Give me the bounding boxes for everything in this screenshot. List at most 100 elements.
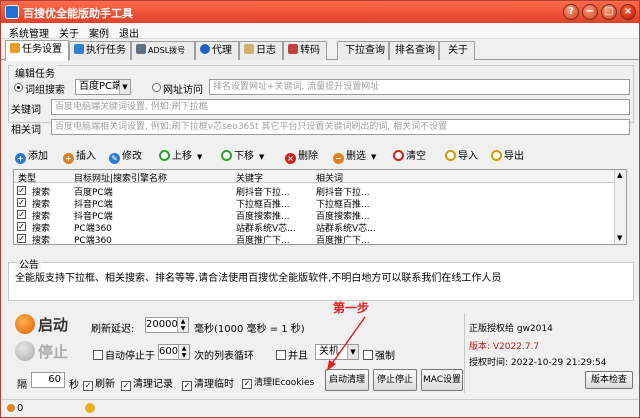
row-checkbox[interactable]: ✓	[17, 222, 26, 231]
radio-phrase-search[interactable]	[14, 83, 23, 92]
tools-icon	[288, 44, 298, 54]
row-checkbox[interactable]: ✓	[17, 186, 26, 195]
help-button[interactable]: ?	[563, 4, 579, 20]
clear-temp-checkbox[interactable]: ✓ 清理临时	[182, 375, 234, 391]
add-button[interactable]: + 添加	[15, 147, 48, 164]
mac-settings-button[interactable]: MAC设置	[421, 369, 463, 391]
cell-target: PC端360	[74, 236, 112, 245]
checkbox-box[interactable]: ✓	[83, 381, 93, 391]
spinner-icon[interactable]: ▲ ▼	[178, 345, 189, 359]
export-icon	[491, 150, 502, 161]
row-checkbox[interactable]: ✓	[17, 198, 26, 207]
table-scrollbar[interactable]: ▲ ▼	[614, 170, 626, 244]
clear-records-checkbox[interactable]: ✓ 清理记录	[121, 375, 173, 391]
edit-button[interactable]: ✎ 修改	[109, 147, 142, 164]
chevron-down-icon[interactable]: ▼	[197, 153, 202, 161]
table-row[interactable]: ✓ 搜索 PC端360 百度推广下... 百度推广下...	[14, 233, 616, 245]
col-type: 类型	[18, 174, 37, 184]
delete-icon: ×	[285, 153, 296, 164]
delete-button[interactable]: × 删除	[285, 147, 318, 164]
auto-stop-stepper[interactable]: 6000 ▲ ▼	[158, 344, 190, 360]
import-button[interactable]: 导入	[445, 147, 478, 162]
tab-execute[interactable]: 执行任务	[69, 41, 131, 60]
radio-url-visit[interactable]	[152, 83, 161, 92]
tab-proxy[interactable]: 代理	[195, 41, 239, 60]
stop-button[interactable]: 停止	[15, 341, 68, 362]
move-up-button[interactable]: 上移 ▼	[159, 147, 202, 162]
spinner-icon[interactable]: ▲ ▼	[177, 318, 188, 332]
tab-about[interactable]: 关于	[439, 41, 475, 60]
minus-icon: −	[333, 153, 344, 164]
filter-label: 删选	[346, 151, 366, 162]
url-input[interactable]: 排名设置网址+关键词, 流量提升设置网址	[209, 79, 630, 95]
and-label: 并且	[288, 351, 308, 362]
add-label: 添加	[28, 151, 48, 162]
menu-cases[interactable]: 案例	[89, 25, 109, 40]
scroll-down-icon[interactable]: ▼	[617, 234, 622, 242]
plus-icon: +	[15, 153, 26, 164]
checkbox-box[interactable]	[93, 350, 103, 360]
and-checkbox[interactable]: 并且	[276, 347, 308, 362]
table-header: 类型 目标网址|搜索引擎名称 关键字 相关词	[14, 170, 616, 184]
move-up-label: 上移	[172, 151, 192, 162]
checkbox-box[interactable]: ✓	[242, 379, 252, 389]
engine-select[interactable]: 百度PC端 ▼	[75, 79, 131, 95]
auto-stop-label: 自动停止于	[105, 351, 155, 362]
row-checkbox[interactable]: ✓	[17, 210, 26, 219]
table-row[interactable]: ✓ 搜索 百度PC端 刷抖音下拉... 刷抖音下拉...	[14, 185, 616, 198]
export-button[interactable]: 导出	[491, 147, 524, 162]
row-checkbox[interactable]: ✓	[17, 234, 26, 243]
tab-label: 关于	[448, 45, 468, 56]
engine-select-value: 百度PC端	[79, 81, 123, 92]
keyword-input[interactable]: 百度电脑端关键词设置, 例如:刷下拉框	[51, 99, 630, 115]
edit-label: 修改	[122, 151, 142, 162]
export-label: 导出	[504, 151, 524, 162]
table-row[interactable]: ✓ 搜索 PC端360 站群系统V芯... 站群系统V芯...	[14, 221, 616, 234]
menu-about[interactable]: 关于	[59, 25, 79, 40]
menu-system[interactable]: 系统管理	[9, 25, 49, 40]
tab-task-settings[interactable]: 任务设置	[5, 40, 69, 61]
edit-icon: ✎	[109, 153, 120, 164]
col-keyword: 关键字	[236, 174, 264, 184]
insert-button[interactable]: + 插入	[63, 147, 96, 164]
close-button[interactable]: ×	[620, 4, 636, 20]
loop-label: 次的列表循环	[194, 351, 254, 362]
related-input[interactable]: 百度电脑端相关词设置, 例如:刷下拉框v芯seo365t 其它平台只设置关键词刷…	[51, 119, 630, 135]
chevron-down-icon[interactable]: ▼	[259, 153, 264, 161]
radio-url-visit-label: 网址访问	[163, 85, 203, 96]
start-button[interactable]: 启动	[15, 314, 68, 335]
minimize-button[interactable]: −	[582, 4, 598, 20]
auth-time: 授权时间: 2022-10-29 21:29:54	[469, 358, 607, 368]
table-row[interactable]: ✓ 搜索 抖音PC端 百度搜索推... 百度搜索推...	[14, 209, 616, 222]
table-row[interactable]: ✓ 搜索 抖音PC端 下拉框百推... 下拉框百推...	[14, 197, 616, 210]
scroll-up-icon[interactable]: ▲	[617, 171, 622, 179]
checkbox-box[interactable]: ✓	[182, 381, 192, 391]
maximize-button[interactable]: □	[601, 4, 617, 20]
arrow-line	[330, 316, 366, 366]
cell-keyword: 百度推广下...	[236, 236, 290, 245]
checkbox-box[interactable]: ✓	[121, 381, 131, 391]
tab-rank-query[interactable]: 排名查询	[389, 41, 439, 60]
chevron-down-icon[interactable]: ▼	[371, 153, 376, 161]
tab-transcode[interactable]: 转码	[283, 41, 327, 60]
import-label: 导入	[458, 151, 478, 162]
auto-stop-checkbox[interactable]: 自动停止于	[93, 347, 155, 362]
tab-log[interactable]: 日志	[239, 41, 283, 60]
interval-input[interactable]: 60	[31, 372, 65, 388]
tab-dropdown-query[interactable]: 下拉查询	[337, 41, 389, 60]
menu-exit[interactable]: 退出	[119, 25, 139, 40]
version-check-button[interactable]: 版本检查	[585, 371, 633, 389]
move-down-button[interactable]: 下移 ▼	[221, 147, 264, 162]
checkbox-box[interactable]	[276, 350, 286, 360]
clear-cookies-checkbox[interactable]: ✓ 清理IEcookies	[242, 375, 314, 389]
filter-button[interactable]: − 删选 ▼	[333, 147, 376, 164]
clear-button[interactable]: 清空	[393, 147, 426, 162]
stop-label: 停止	[38, 343, 69, 361]
tab-adsl[interactable]: ADSL拨号	[131, 41, 195, 60]
refresh-checkbox[interactable]: ✓ 刷新	[83, 375, 115, 391]
arrow-head	[327, 360, 336, 371]
refresh-delay-stepper[interactable]: 20000 ▲ ▼	[145, 317, 189, 333]
gear-icon	[10, 43, 20, 53]
chevron-down-icon: ▼	[119, 80, 130, 94]
down-icon	[221, 150, 232, 161]
